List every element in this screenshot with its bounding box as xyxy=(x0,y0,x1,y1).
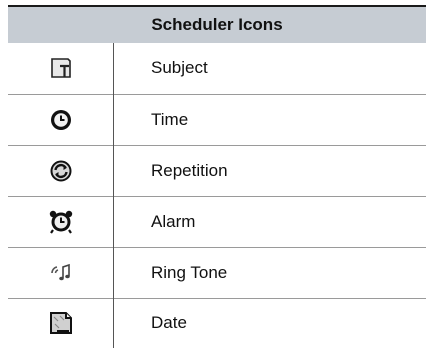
table-row: Date xyxy=(8,298,426,348)
table-row: Time xyxy=(8,94,426,145)
date-icon xyxy=(8,298,114,348)
repeat-icon xyxy=(8,145,114,196)
row-label: Ring Tone xyxy=(151,262,228,282)
alarm-clock-icon xyxy=(8,196,114,247)
table-row: Subject xyxy=(8,43,426,94)
table-header-row: Scheduler Icons xyxy=(8,6,426,43)
row-label: Repetition xyxy=(151,160,228,180)
clock-icon xyxy=(8,94,114,145)
table-title: Scheduler Icons xyxy=(151,15,283,34)
subject-icon xyxy=(8,43,114,94)
row-label: Alarm xyxy=(151,211,196,231)
scheduler-icons-table: Scheduler Icons Subject Time Repetition … xyxy=(8,5,426,348)
table-row: Repetition xyxy=(8,145,426,196)
table-row: Ring Tone xyxy=(8,247,426,298)
ring-tone-icon xyxy=(8,247,114,298)
table-row: Alarm xyxy=(8,196,426,247)
row-label: Date xyxy=(151,313,187,333)
row-label: Time xyxy=(151,109,189,129)
row-label: Subject xyxy=(151,58,208,78)
